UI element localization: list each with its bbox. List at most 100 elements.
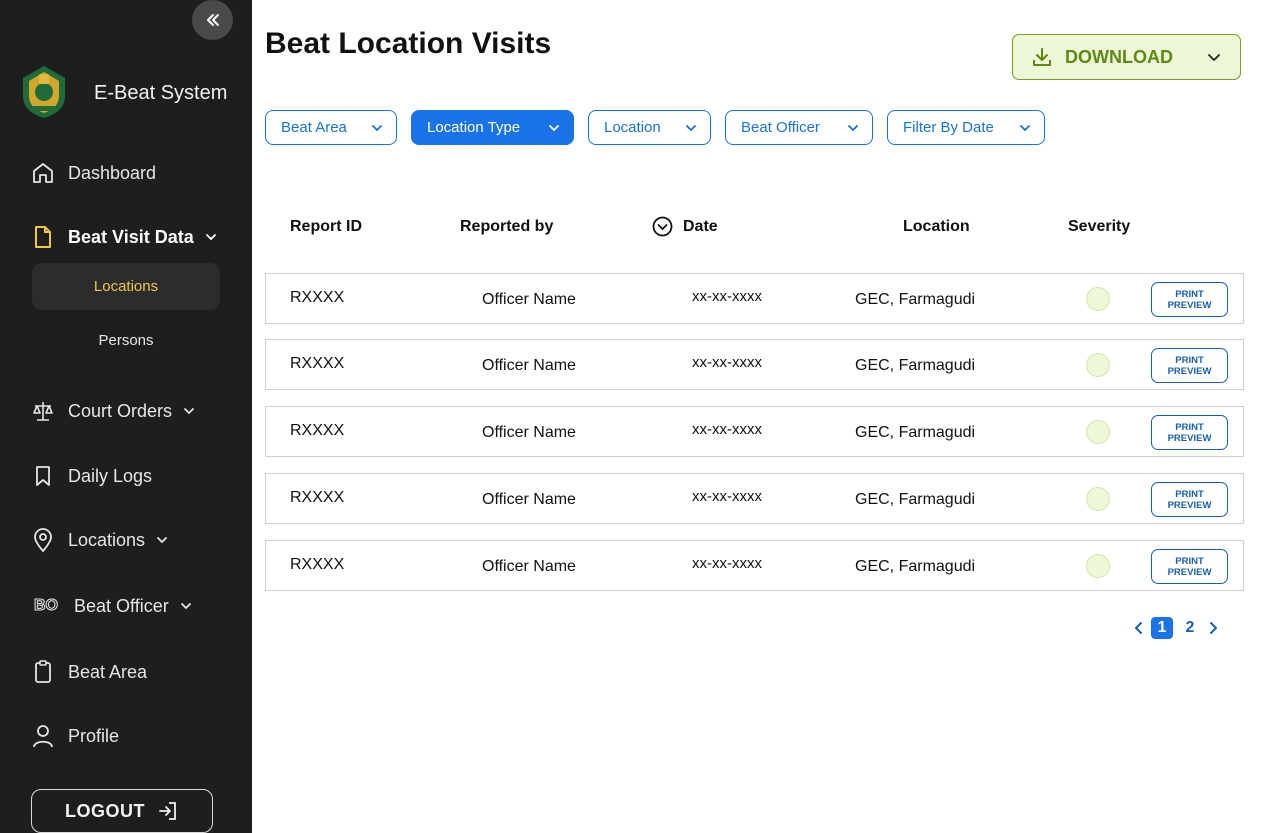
filter-label: Filter By Date [903,119,994,136]
sidebar-item-beat-officer[interactable]: BO Beat Officer [30,593,193,619]
download-button[interactable]: DOWNLOAD [1012,34,1241,80]
table-row[interactable]: RXXXX Officer Name xx-xx-xxxx GEC, Farma… [265,273,1244,324]
brand-title: E-Beat System [94,82,228,104]
file-icon [30,224,56,250]
bo-icon: BO [34,597,59,615]
print-preview-label: PREVIEW [1167,299,1212,311]
filter-label: Location Type [427,119,521,136]
table-row[interactable]: RXXXX Officer Name xx-xx-xxxx GEC, Farma… [265,406,1244,457]
cell-reported-by: Officer Name [482,291,576,308]
sidebar-item-profile[interactable]: Profile [30,723,119,749]
cell-reported-by: Officer Name [482,424,576,441]
chevron-left-icon[interactable] [1130,617,1148,639]
print-preview-label: PREVIEW [1167,566,1212,578]
chevron-down-icon [155,533,169,547]
brand: E-Beat System [19,64,227,120]
chevron-down-icon [684,121,698,135]
cell-location: GEC, Farmagudi [855,558,976,575]
filter-beat-officer[interactable]: Beat Officer [725,110,873,145]
pagination: 1 2 [1130,617,1222,639]
cell-location: GEC, Farmagudi [855,291,976,308]
sidebar-item-label: Profile [68,725,120,746]
cell-report-id: RXXXX [290,289,345,306]
print-preview-button[interactable]: PRINT PREVIEW [1151,348,1228,383]
print-preview-button[interactable]: PRINT PREVIEW [1151,282,1228,317]
print-preview-label: PREVIEW [1167,365,1212,377]
cell-report-id: RXXXX [290,355,345,372]
sidebar-item-beat-visit-data[interactable]: Beat Visit Data [30,224,218,250]
filter-beat-area[interactable]: Beat Area [265,110,397,145]
print-preview-button[interactable]: PRINT PREVIEW [1151,482,1228,517]
column-header-report-id[interactable]: Report ID [290,218,362,236]
sidebar-item-court-orders[interactable]: Court Orders [30,398,196,424]
sidebar-item-label: Daily Logs [68,465,153,486]
chevron-down-icon [1206,49,1222,65]
filter-label: Beat Area [281,119,347,136]
severity-indicator [1086,353,1110,377]
chevron-down-icon [1018,121,1032,135]
sidebar-subitem-persons[interactable]: Persons [32,318,220,362]
sidebar-item-label: Dashboard [68,162,157,183]
clipboard-icon [30,659,56,685]
print-preview-button[interactable]: PRINT PREVIEW [1151,549,1228,584]
cell-report-id: RXXXX [290,556,345,573]
column-header-severity[interactable]: Severity [1068,218,1130,236]
cell-date: xx-xx-xxxx [692,421,762,438]
double-chevron-left-icon [206,14,219,26]
chevron-down-icon [179,599,193,613]
download-label: DOWNLOAD [1065,46,1173,67]
print-preview-label: PRINT [1175,555,1204,567]
filter-label: Beat Officer [741,119,820,136]
sort-chevron-circle-icon[interactable] [652,216,673,237]
column-header-label: Date [683,217,718,235]
cell-reported-by: Officer Name [482,491,576,508]
cell-location: GEC, Farmagudi [855,424,976,441]
cell-reported-by: Officer Name [482,357,576,374]
sidebar-item-locations[interactable]: Locations [30,527,169,553]
cell-date: xx-xx-xxxx [692,288,762,305]
chevron-down-icon [370,121,384,135]
severity-indicator [1086,287,1110,311]
chevron-down-icon [547,121,561,135]
sidebar-item-dashboard[interactable]: Dashboard [30,160,156,186]
cell-reported-by: Officer Name [482,558,576,575]
sidebar-item-beat-area[interactable]: Beat Area [30,659,147,685]
logout-button[interactable]: LOGOUT [31,789,213,833]
sidebar-subitem-locations[interactable]: Locations [32,263,220,310]
page-button[interactable]: 2 [1179,617,1201,639]
cell-date: xx-xx-xxxx [692,555,762,572]
cell-date: xx-xx-xxxx [692,488,762,505]
column-header-reported-by[interactable]: Reported by [460,218,553,236]
cell-location: GEC, Farmagudi [855,491,976,508]
severity-indicator [1086,487,1110,511]
sidebar-item-label: Beat Area [68,661,148,682]
sidebar-item-label: Court Orders [68,400,173,421]
download-icon [1031,46,1053,68]
chevron-down-icon [846,121,860,135]
sidebar-item-daily-logs[interactable]: Daily Logs [30,463,152,489]
logout-label: LOGOUT [65,800,145,821]
page-button-current[interactable]: 1 [1151,617,1173,639]
filter-by-date[interactable]: Filter By Date [887,110,1045,145]
severity-indicator [1086,420,1110,444]
table-row[interactable]: RXXXX Officer Name xx-xx-xxxx GEC, Farma… [265,339,1244,390]
print-preview-label: PREVIEW [1167,432,1212,444]
column-header-location[interactable]: Location [903,218,970,236]
print-preview-label: PRINT [1175,488,1204,500]
logout-icon [157,800,179,822]
cell-report-id: RXXXX [290,422,345,439]
filter-location[interactable]: Location [588,110,711,145]
column-header-date[interactable]: Date [652,216,718,237]
chevron-down-icon [204,230,218,244]
chevron-right-icon[interactable] [1204,617,1222,639]
page-title: Beat Location Visits [265,27,552,60]
print-preview-button[interactable]: PRINT PREVIEW [1151,415,1228,450]
collapse-sidebar-button[interactable] [192,0,233,40]
filter-location-type[interactable]: Location Type [411,110,574,145]
sidebar-item-label: Locations [68,529,146,550]
filter-label: Location [604,119,661,136]
table-row[interactable]: RXXXX Officer Name xx-xx-xxxx GEC, Farma… [265,540,1244,591]
table-row[interactable]: RXXXX Officer Name xx-xx-xxxx GEC, Farma… [265,473,1244,524]
sidebar: E-Beat System Dashboard Beat Visit Data … [0,0,252,833]
sidebar-item-label: Beat Officer [74,595,169,616]
